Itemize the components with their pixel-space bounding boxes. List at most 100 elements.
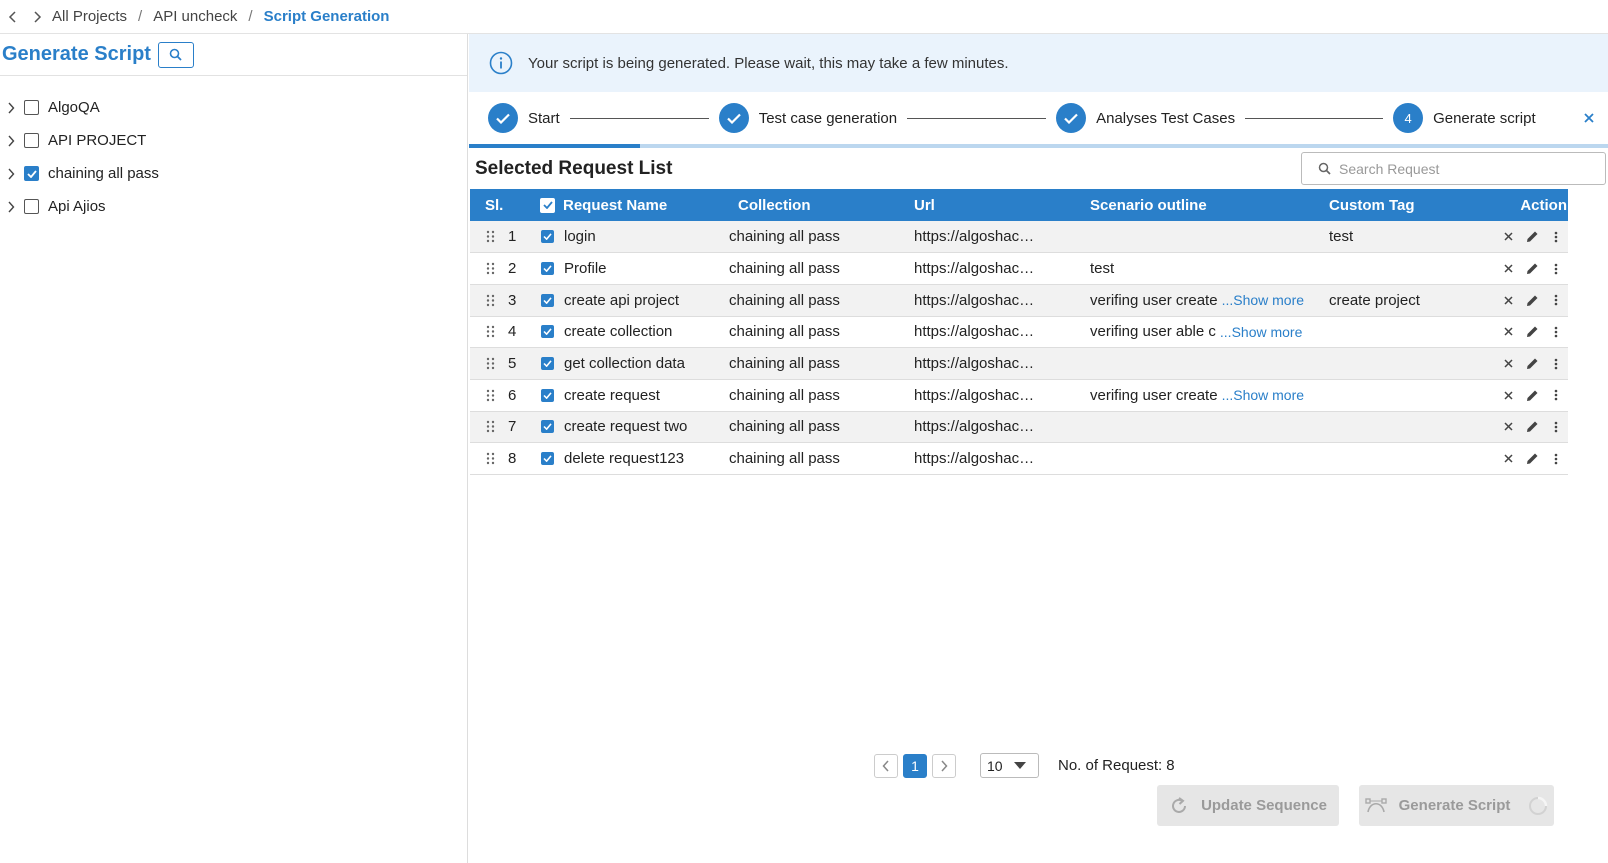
tree-item-checkbox[interactable] xyxy=(24,100,39,115)
bezier-curve-icon xyxy=(1364,797,1387,812)
table-row[interactable]: 8 delete request123 chaining all pass https… xyxy=(470,443,1568,475)
edit-icon[interactable] xyxy=(1520,420,1544,433)
row-checkbox[interactable] xyxy=(541,262,554,276)
table-row[interactable]: 1 login chaining all pass https://algoshac…… xyxy=(470,221,1568,253)
drag-handle-icon[interactable] xyxy=(486,294,496,307)
row-request-name: create api project xyxy=(564,291,680,309)
breadcrumb-all-projects[interactable]: All Projects xyxy=(52,8,127,25)
more-vertical-icon[interactable] xyxy=(1544,326,1568,338)
back-arrow-icon[interactable] xyxy=(4,8,22,26)
remove-icon[interactable] xyxy=(1496,422,1520,431)
table-row[interactable]: 6 create request chaining all pass https://… xyxy=(470,379,1568,412)
close-icon[interactable] xyxy=(1584,110,1594,127)
request-search-box[interactable] xyxy=(1301,152,1606,185)
remove-icon[interactable] xyxy=(1496,454,1520,463)
show-more-link[interactable]: ...Show more xyxy=(1222,387,1304,403)
tree-item-checkbox[interactable] xyxy=(24,133,39,148)
forward-arrow-icon[interactable] xyxy=(28,8,46,26)
chevron-right-icon[interactable] xyxy=(4,201,18,213)
request-count: No. of Request: 8 xyxy=(1058,757,1175,774)
generate-script-button[interactable]: Generate Script xyxy=(1359,785,1554,826)
breadcrumb-project[interactable]: API uncheck xyxy=(153,8,237,25)
row-sl: 1 xyxy=(508,228,517,246)
edit-icon[interactable] xyxy=(1520,357,1544,370)
row-sl: 3 xyxy=(508,291,517,309)
table-row[interactable]: 5 get collection data chaining all pass htt… xyxy=(470,347,1568,380)
request-count-label: No. of Request: xyxy=(1058,757,1163,774)
col-sl: Sl. xyxy=(485,196,504,214)
edit-icon[interactable] xyxy=(1520,389,1544,402)
row-checkbox[interactable] xyxy=(541,357,554,371)
chevron-right-icon[interactable] xyxy=(4,135,18,147)
page-size-select[interactable]: 10 xyxy=(980,753,1039,778)
prev-page-button[interactable] xyxy=(874,754,898,778)
drag-handle-icon[interactable] xyxy=(486,389,496,402)
row-checkbox[interactable] xyxy=(541,452,554,466)
request-search-input[interactable] xyxy=(1339,160,1589,177)
tree-item-checkbox[interactable] xyxy=(24,166,39,181)
drag-handle-icon[interactable] xyxy=(486,230,496,243)
col-request-name: Request Name xyxy=(535,189,729,221)
remove-icon[interactable] xyxy=(1496,327,1520,336)
row-checkbox[interactable] xyxy=(541,325,554,339)
check-icon xyxy=(1056,103,1087,133)
table-row[interactable]: 3 create api project chaining all pass http… xyxy=(470,284,1568,317)
tree-item-checkbox[interactable] xyxy=(24,199,39,214)
tree-item[interactable]: chaining all pass xyxy=(0,157,467,190)
table-row[interactable]: 7 create request two chaining all pass http… xyxy=(470,411,1568,443)
check-icon xyxy=(488,103,518,133)
row-url: https://algoshac… xyxy=(914,228,1035,246)
more-vertical-icon[interactable] xyxy=(1544,421,1568,433)
row-url: https://algoshac… xyxy=(914,260,1035,278)
drag-handle-icon[interactable] xyxy=(486,452,496,465)
edit-icon[interactable] xyxy=(1520,325,1544,338)
edit-icon[interactable] xyxy=(1520,262,1544,275)
more-vertical-icon[interactable] xyxy=(1544,263,1568,275)
row-request-name: create request two xyxy=(564,418,688,436)
select-all-checkbox[interactable] xyxy=(540,197,555,213)
next-page-button[interactable] xyxy=(932,754,956,778)
drag-handle-icon[interactable] xyxy=(486,262,496,275)
more-vertical-icon[interactable] xyxy=(1544,453,1568,465)
generate-script-label: Generate Script xyxy=(1398,797,1511,814)
table-row[interactable]: 4 create collection chaining all pass https… xyxy=(470,316,1568,348)
remove-icon[interactable] xyxy=(1496,296,1520,305)
tree-item[interactable]: API PROJECT xyxy=(0,124,467,157)
update-sequence-button[interactable]: Update Sequence xyxy=(1157,785,1339,826)
edit-icon[interactable] xyxy=(1520,294,1544,307)
row-scenario: verifing user create xyxy=(1090,386,1218,404)
row-url: https://algoshac… xyxy=(914,386,1035,404)
row-checkbox[interactable] xyxy=(541,420,554,434)
drag-handle-icon[interactable] xyxy=(486,357,496,370)
drag-handle-icon[interactable] xyxy=(486,325,496,338)
drag-handle-icon[interactable] xyxy=(486,420,496,433)
remove-icon[interactable] xyxy=(1496,264,1520,273)
more-vertical-icon[interactable] xyxy=(1544,389,1568,401)
more-vertical-icon[interactable] xyxy=(1544,231,1568,243)
row-collection: chaining all pass xyxy=(729,323,840,341)
chevron-right-icon[interactable] xyxy=(4,168,18,180)
col-scenario: Scenario outline xyxy=(1090,196,1207,214)
row-sl: 2 xyxy=(508,260,517,278)
more-vertical-icon[interactable] xyxy=(1544,358,1568,370)
row-checkbox[interactable] xyxy=(541,230,554,244)
row-url: https://algoshac… xyxy=(914,323,1035,341)
left-panel: Generate Script AlgoQA API PROJECT chainin… xyxy=(0,34,468,863)
tree-item[interactable]: AlgoQA xyxy=(0,91,467,124)
edit-icon[interactable] xyxy=(1520,230,1544,243)
show-more-link[interactable]: ...Show more xyxy=(1222,292,1304,308)
page-number-current[interactable]: 1 xyxy=(903,754,927,778)
row-checkbox[interactable] xyxy=(541,293,554,307)
chevron-right-icon[interactable] xyxy=(4,102,18,114)
table-row[interactable]: 2 Profile chaining all pass https://algosha… xyxy=(470,253,1568,285)
row-checkbox[interactable] xyxy=(541,388,554,402)
remove-icon[interactable] xyxy=(1496,391,1520,400)
tree-search-button[interactable] xyxy=(157,41,194,68)
edit-icon[interactable] xyxy=(1520,452,1544,465)
step-label: Generate script xyxy=(1433,109,1536,127)
tree-item[interactable]: Api Ajios xyxy=(0,190,467,223)
more-vertical-icon[interactable] xyxy=(1544,294,1568,306)
remove-icon[interactable] xyxy=(1496,232,1520,241)
show-more-link[interactable]: ...Show more xyxy=(1220,324,1302,340)
remove-icon[interactable] xyxy=(1496,359,1520,368)
